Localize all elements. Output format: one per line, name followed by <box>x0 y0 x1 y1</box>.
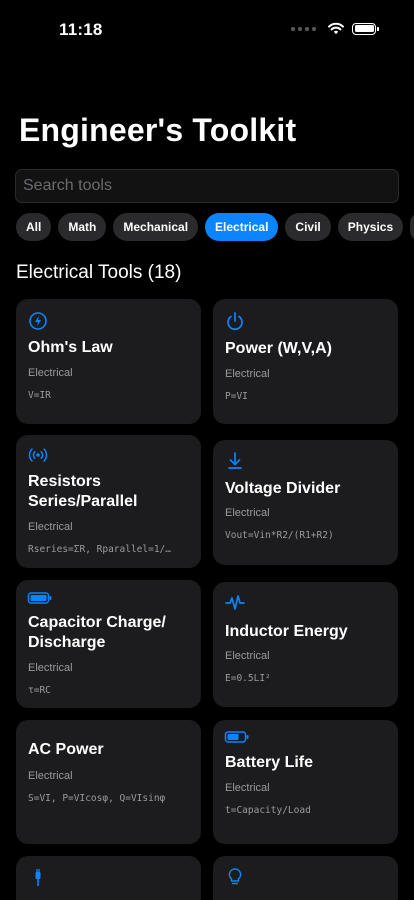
tool-name: AC Power <box>28 741 104 758</box>
category-chip-electrical[interactable]: Electrical <box>205 213 279 241</box>
tool-card-battery-life[interactable]: Battery Life Electrical t=Capacity/Load <box>213 720 398 844</box>
category-chip-civil[interactable]: Civil <box>285 213 331 241</box>
battery-full-icon <box>27 587 53 609</box>
page-title: Engineer's Toolkit <box>19 112 297 148</box>
tool-formula: t=Capacity/Load <box>225 805 311 816</box>
tool-category: Electrical <box>28 521 73 533</box>
tool-formula: P=VI <box>225 391 248 402</box>
arrow-down-to-line-icon <box>224 450 246 472</box>
category-chip-physics[interactable]: Physics <box>337 213 404 241</box>
status-indicators <box>291 22 379 35</box>
category-filter-bar: All Math Mechanical Electrical Civil Phy… <box>16 213 414 241</box>
search-box[interactable] <box>15 169 399 203</box>
lightbulb-icon <box>224 866 246 888</box>
status-bar: 11:18 <box>0 0 414 60</box>
bolt-circle-icon <box>27 310 49 332</box>
tool-category: Electrical <box>28 770 73 782</box>
section-title: Electrical Tools (18) <box>16 262 182 283</box>
battery-icon <box>352 22 379 35</box>
category-chip-all[interactable]: All <box>16 213 52 241</box>
category-chip-next[interactable] <box>410 213 414 241</box>
tool-formula: E=0.5LI² <box>225 673 271 684</box>
cellular-signal-icon <box>291 26 316 31</box>
tool-card-ac-power[interactable]: AC Power Electrical S=VI, P=VIcosφ, Q=VI… <box>16 720 201 844</box>
tool-name: Battery Life <box>225 754 314 771</box>
tool-card-inductor-energy[interactable]: Inductor Energy Electrical E=0.5LI² <box>213 582 398 707</box>
tool-name: Power (W,V,A) <box>225 340 332 357</box>
battery-half-icon <box>224 726 250 748</box>
tool-formula: S=VI, P=VIcosφ, Q=VIsinφ <box>28 793 166 804</box>
tool-name: Inductor Energy <box>225 623 348 640</box>
tool-card-resistors[interactable]: Resistors Series/Parallel Electrical Rse… <box>16 435 201 568</box>
tool-category: Electrical <box>225 650 270 662</box>
cable-connector-icon <box>27 866 49 888</box>
tool-card-voltage-divider[interactable]: Voltage Divider Electrical Vout=Vin*R2/(… <box>213 440 398 565</box>
power-icon <box>224 310 246 332</box>
tool-formula: Vout=Vin*R2/(R1+R2) <box>225 530 334 541</box>
antenna-broadcast-icon <box>27 444 49 466</box>
category-chip-mechanical[interactable]: Mechanical <box>113 213 199 241</box>
tool-name: Resistors Series/Parallel <box>28 473 138 510</box>
tool-formula: τ=RC <box>28 685 51 696</box>
tool-category: Electrical <box>225 368 270 380</box>
status-time: 11:18 <box>59 20 103 39</box>
tool-category: Electrical <box>225 507 270 519</box>
tool-card-capacitor[interactable]: Capacitor Charge/ Discharge Electrical τ… <box>16 580 201 708</box>
tool-formula: Rseries=ΣR, Rparallel=1/… <box>28 544 171 555</box>
tool-formula: V=IR <box>28 390 51 401</box>
tool-card-ohms-law[interactable]: Ohm's Law Electrical V=IR <box>16 299 201 424</box>
category-chip-math[interactable]: Math <box>58 213 107 241</box>
tool-name: Voltage Divider <box>225 480 341 497</box>
tool-category: Electrical <box>28 662 73 674</box>
tool-card-partial-left[interactable] <box>16 856 201 900</box>
tool-name: Ohm's Law <box>28 339 113 356</box>
tool-category: Electrical <box>28 367 73 379</box>
search-input[interactable] <box>23 170 391 202</box>
wifi-icon <box>328 22 344 35</box>
tool-category: Electrical <box>225 782 270 794</box>
tool-card-partial-right[interactable] <box>213 856 398 900</box>
tool-name: Capacitor Charge/ Discharge <box>28 614 166 651</box>
waveform-icon <box>224 592 246 614</box>
tool-card-power[interactable]: Power (W,V,A) Electrical P=VI <box>213 299 398 424</box>
